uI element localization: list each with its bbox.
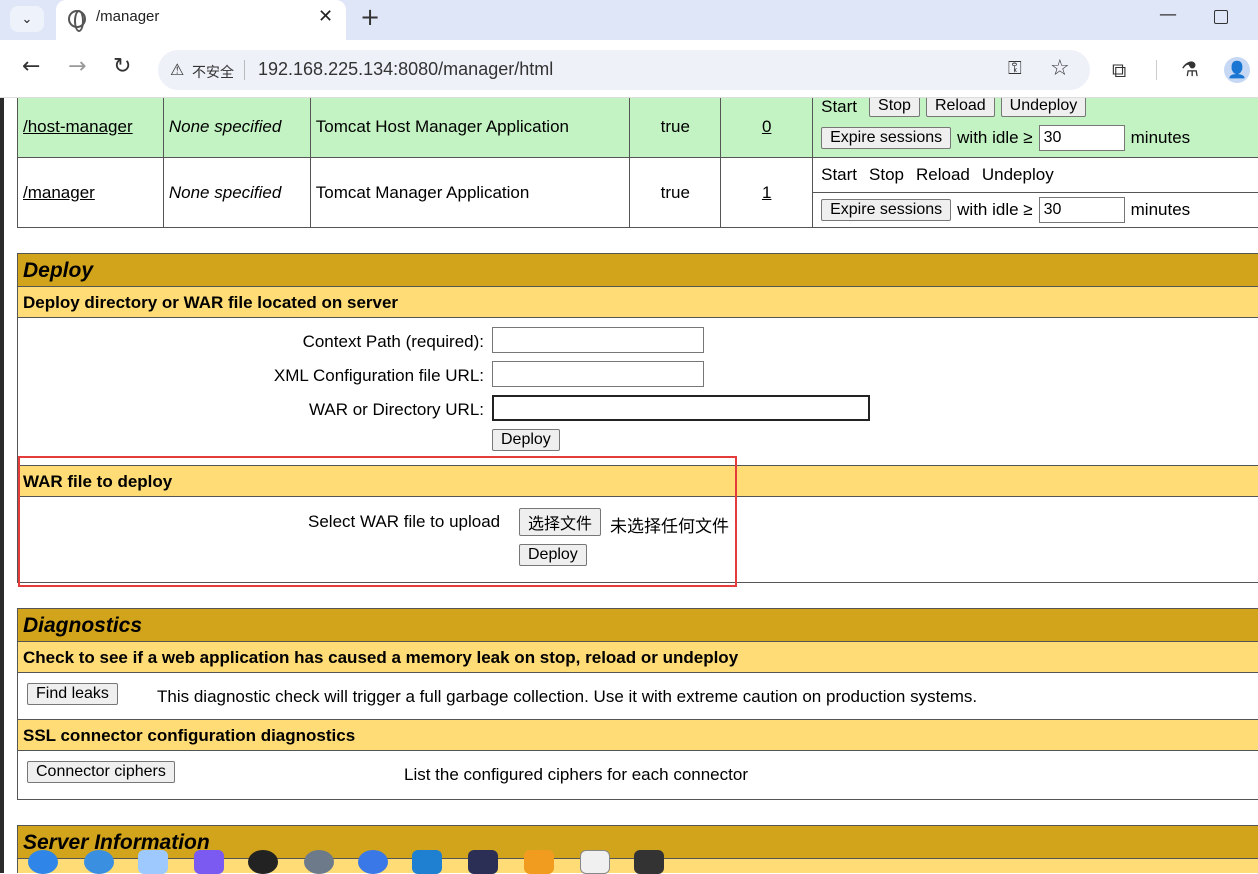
back-icon[interactable]: ← (22, 54, 40, 79)
key-icon[interactable]: ⚿ (1008, 58, 1022, 79)
table-row: /host-manager None specified Tomcat Host… (18, 98, 1258, 158)
memory-leak-subtitle: Check to see if a web application has ca… (18, 642, 1258, 673)
minimize-icon[interactable]: — (1159, 4, 1177, 25)
monitor-icon[interactable] (138, 850, 168, 874)
divider (1156, 60, 1157, 80)
ciphers-row: Connector ciphers List the configured ci… (18, 751, 1258, 797)
idle-input[interactable]: 30 (1039, 125, 1125, 151)
tab-search-chevron-icon[interactable]: ⌄ (10, 6, 44, 32)
qq-icon[interactable] (248, 850, 278, 874)
diagnostics-section: Diagnostics Check to see if a web applic… (17, 608, 1258, 800)
profile-avatar-icon[interactable]: 👤 (1224, 57, 1250, 83)
deploy-server-subtitle: Deploy directory or WAR file located on … (18, 287, 1258, 318)
context-path-input[interactable] (492, 327, 704, 353)
with-idle-label: with idle ≥ (957, 200, 1032, 220)
connector-ciphers-button[interactable]: Connector ciphers (27, 761, 175, 783)
left-edge (0, 98, 4, 873)
tab-bar: ⌄ /manager ✕ + — (0, 0, 1258, 40)
idle-input[interactable]: 30 (1039, 197, 1125, 223)
stop-button[interactable]: Stop (869, 98, 920, 117)
ciphers-description: List the configured ciphers for each con… (404, 765, 748, 785)
app-display-name: Tomcat Host Manager Application (316, 117, 569, 136)
vscode-icon[interactable] (412, 850, 442, 874)
labs-flask-icon[interactable]: ⚗ (1181, 57, 1199, 81)
settings-gear-icon[interactable] (304, 850, 334, 874)
app-path-link[interactable]: /manager (23, 183, 95, 202)
highlight-box (18, 456, 737, 587)
bookmark-star-icon[interactable]: ☆ (1050, 56, 1070, 81)
tab-title: /manager (96, 8, 159, 25)
tab-manager[interactable]: /manager ✕ (56, 0, 346, 40)
with-idle-label: with idle ≥ (957, 128, 1032, 148)
app-running: true (661, 117, 690, 136)
cat-app-icon[interactable] (468, 850, 498, 874)
minutes-label: minutes (1131, 200, 1191, 220)
chrome-icon[interactable] (358, 850, 388, 874)
find-leaks-description: This diagnostic check will trigger a ful… (157, 687, 977, 707)
deploy-server-form: Context Path (required): XML Configurati… (18, 318, 1258, 466)
typora-icon[interactable] (580, 850, 610, 874)
reload-button[interactable]: Reload (926, 98, 995, 117)
ssl-subtitle: SSL connector configuration diagnostics (18, 720, 1258, 751)
maximize-icon[interactable] (1214, 10, 1228, 24)
edge-browser-icon[interactable] (28, 850, 58, 874)
expire-line: Expire sessions with idle ≥ 30 minutes (813, 121, 1258, 155)
applications-table: /host-manager None specified Tomcat Host… (17, 98, 1258, 228)
undeploy-label: Undeploy (982, 165, 1054, 185)
forward-icon[interactable]: → (68, 54, 86, 79)
context-path-label: Context Path (required): (184, 332, 484, 352)
xml-config-input[interactable] (492, 361, 704, 387)
table-row: /manager None specified Tomcat Manager A… (18, 158, 1258, 228)
expire-sessions-button[interactable]: Expire sessions (821, 199, 951, 221)
address-bar[interactable]: ⚠ 不安全 192.168.225.134:8080/manager/html … (158, 50, 1090, 90)
manager-page: /host-manager None specified Tomcat Host… (0, 98, 1258, 873)
vm-app-icon[interactable] (524, 850, 554, 874)
start-label: Start (821, 98, 857, 117)
expire-line: Expire sessions with idle ≥ 30 minutes (813, 193, 1258, 227)
start-label: Start (821, 165, 857, 185)
close-tab-icon[interactable]: ✕ (318, 6, 333, 27)
extensions-icon[interactable]: ⧉ (1112, 58, 1126, 82)
steam-icon[interactable] (84, 850, 114, 874)
xml-config-label: XML Configuration file URL: (184, 366, 484, 386)
app-path-link[interactable]: /host-manager (23, 117, 133, 136)
expire-sessions-button[interactable]: Expire sessions (821, 127, 951, 149)
terminal-icon[interactable] (634, 850, 664, 874)
find-leaks-button[interactable]: Find leaks (27, 683, 118, 705)
war-dir-input[interactable] (492, 395, 870, 421)
diagnostics-title: Diagnostics (18, 609, 1258, 642)
undeploy-button[interactable]: Undeploy (1001, 98, 1087, 117)
war-dir-label: WAR or Directory URL: (184, 400, 484, 420)
globe-icon (68, 10, 86, 28)
insecure-label[interactable]: 不安全 (192, 62, 234, 82)
new-tab-icon[interactable]: + (360, 3, 380, 31)
reload-label: Reload (916, 165, 970, 185)
app-sessions-link[interactable]: 0 (762, 117, 771, 136)
app-running: true (661, 183, 690, 202)
divider (244, 60, 245, 80)
deploy-title: Deploy (18, 254, 1258, 287)
warning-icon[interactable]: ⚠ (170, 60, 184, 79)
url-text[interactable]: 192.168.225.134:8080/manager/html (258, 59, 553, 80)
command-line: Start Stop Reload Undeploy (813, 159, 1258, 193)
bolt-app-icon[interactable] (194, 850, 224, 874)
reload-icon[interactable]: ↻ (113, 54, 131, 79)
minutes-label: minutes (1131, 128, 1191, 148)
app-sessions-link[interactable]: 1 (762, 183, 771, 202)
stop-label: Stop (869, 165, 904, 185)
app-version: None specified (169, 183, 281, 202)
browser-toolbar: ← → ↻ ⚠ 不安全 192.168.225.134:8080/manager… (0, 40, 1258, 98)
app-display-name: Tomcat Manager Application (316, 183, 530, 202)
find-leaks-row: Find leaks This diagnostic check will tr… (18, 673, 1258, 720)
app-version: None specified (169, 117, 281, 136)
command-line: Start Stop Reload Undeploy (813, 98, 1258, 121)
deploy-server-button[interactable]: Deploy (492, 429, 560, 451)
